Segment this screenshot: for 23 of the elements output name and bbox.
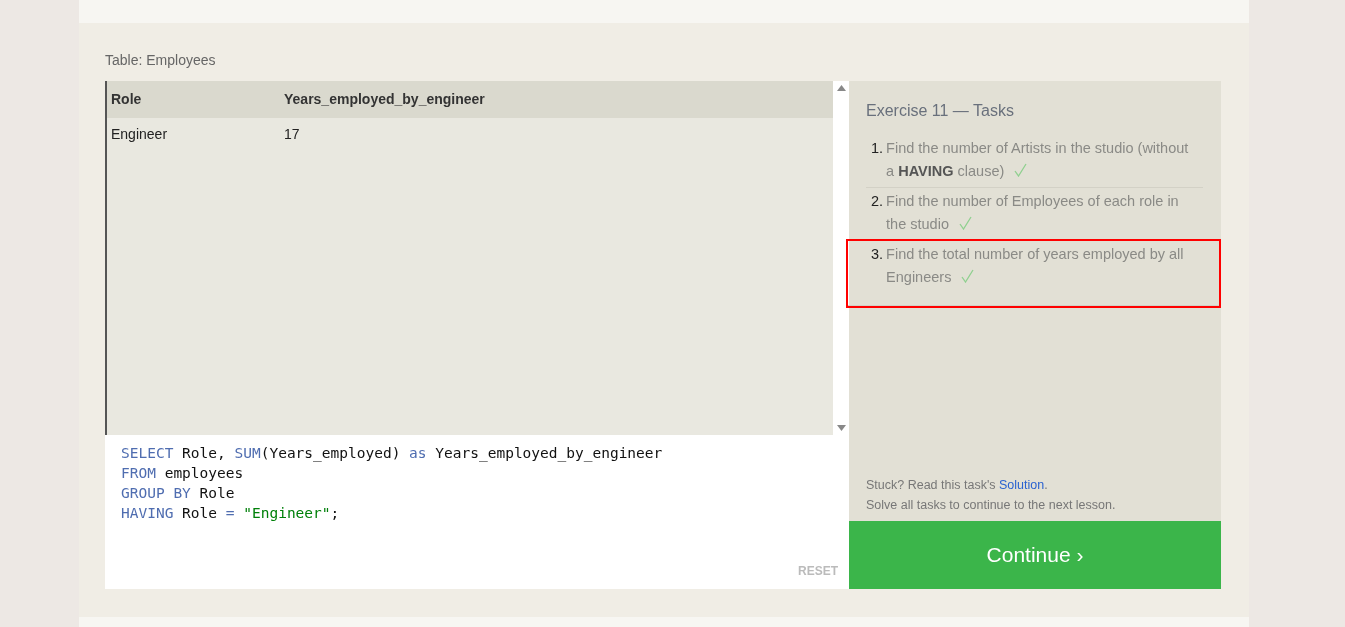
column-header: Role [107,81,280,118]
code-line: HAVING Role = "Engineer"; [121,504,341,523]
scrollbar[interactable] [833,81,849,435]
table-cell: Engineer [107,118,280,151]
code-line: SELECT Role, SUM(Years_employed) as Years_employed_by_engineer [121,444,664,463]
code-line: FROM employees [121,464,245,483]
task-number: 3. [871,245,884,264]
task-text: Find the number of Employees of each role in the studio [886,192,1180,234]
code-line: GROUP BY Role [121,484,236,503]
column-header: Years_employed_by_engineer [280,81,833,118]
table-caption: Table: Employees [105,51,217,70]
scroll-up-icon[interactable] [836,85,846,91]
table-cell: 17 [280,118,833,151]
tasks-title: Exercise 11 — Tasks [866,101,1015,121]
task-number: 2. [871,192,884,211]
task-text: Find the number of Artists in the studio (without a HAVING clause) [886,139,1190,181]
task-text: Find the total number of years employed by all Engineers [886,245,1185,287]
continue-button[interactable]: Continue › [849,521,1221,589]
task-number: 1. [871,139,884,158]
scroll-down-icon[interactable] [836,425,846,431]
lesson-note: Solve all tasks to continue to the next lesson. [866,497,1117,514]
hint-text: Stuck? Read this task's Solution. [866,477,1049,494]
code-editor[interactable]: SELECT Role, SUM(Years_employed) as Years_employed_by_engineer FROM employees GROUP BY Role HAVING Role = "Engineer"; RESET [105,435,849,589]
